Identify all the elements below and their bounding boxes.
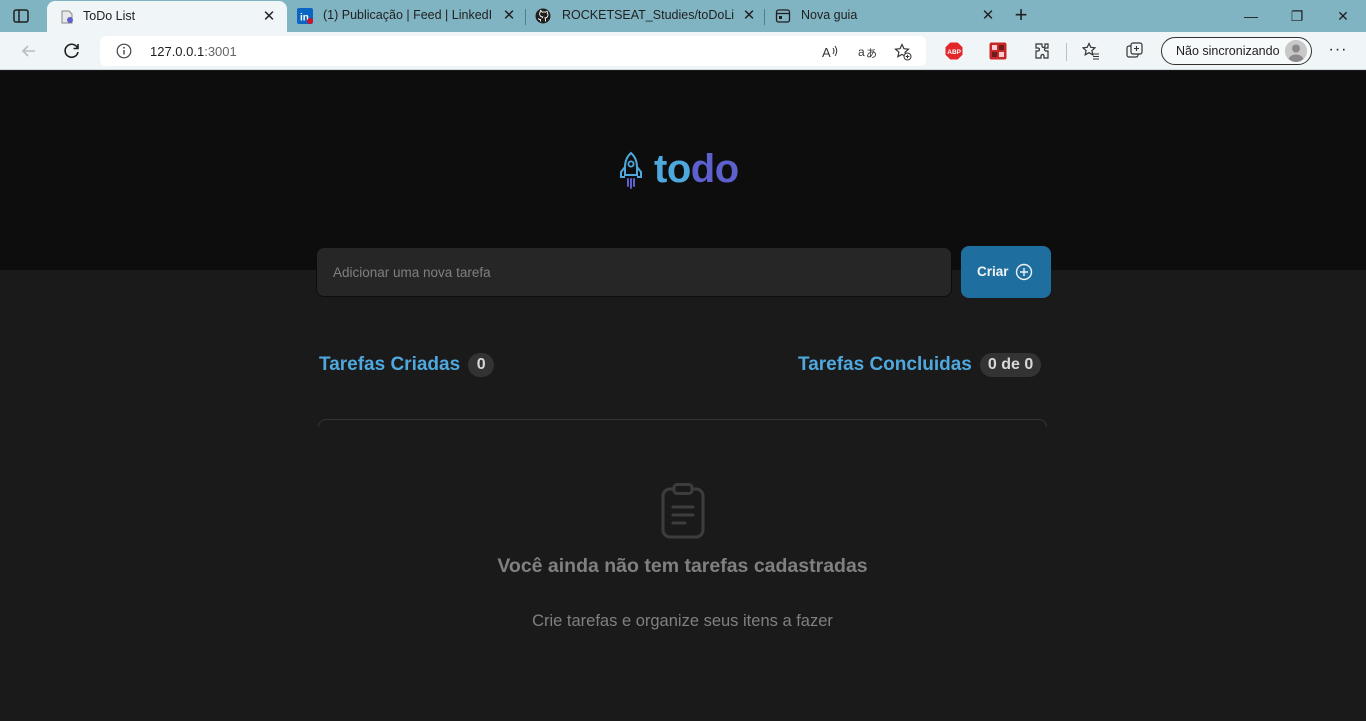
- create-task-button[interactable]: Criar: [961, 246, 1051, 298]
- new-tab-button[interactable]: +: [1011, 4, 1031, 26]
- close-window-button[interactable]: ✕: [1333, 6, 1353, 26]
- created-tasks-badge: 0: [468, 353, 495, 377]
- empty-state-title: Você ainda não tem tarefas cadastradas: [497, 555, 868, 577]
- create-button-label: Criar: [977, 264, 1009, 279]
- linkedin-icon: in: [297, 8, 313, 24]
- new-task-input[interactable]: [316, 247, 952, 297]
- task-list-border: [318, 419, 1047, 427]
- todo-page: todo Criar Tarefas Criadas 0 Tarefas Con…: [0, 71, 1366, 721]
- rocket-icon: [620, 151, 642, 189]
- logo-text: todo: [654, 147, 739, 192]
- translate-icon[interactable]: a あ: [858, 43, 876, 61]
- extension-icon[interactable]: [989, 42, 1007, 60]
- info-icon[interactable]: [116, 43, 132, 59]
- close-icon[interactable]: ✕: [980, 8, 996, 24]
- navigation-bar: 127.0.0.1:3001 A a あ ABP Não sincronizan…: [0, 32, 1366, 70]
- close-icon[interactable]: ✕: [261, 9, 277, 25]
- restore-button[interactable]: ❐: [1287, 6, 1307, 26]
- created-tasks-counter: Tarefas Criadas 0: [319, 353, 495, 377]
- tab-bar: ToDo List ✕ in (1) Publicação | Feed | L…: [0, 0, 1366, 32]
- completed-tasks-counter: Tarefas Concluidas 0 de 0: [798, 353, 1042, 377]
- url-text: 127.0.0.1:3001: [150, 44, 237, 59]
- empty-state-subtitle: Crie tarefas e organize seus itens a faz…: [532, 612, 833, 630]
- completed-tasks-label: Tarefas Concluidas: [798, 354, 972, 375]
- extensions-icon[interactable]: [1033, 42, 1051, 60]
- reload-icon[interactable]: [61, 40, 83, 62]
- tab-title: (1) Publicação | Feed | LinkedIn: [323, 8, 493, 22]
- sidebar-icon[interactable]: [12, 7, 30, 25]
- tab-todo-list[interactable]: ToDo List ✕: [47, 1, 287, 32]
- tab-linkedin[interactable]: in (1) Publicação | Feed | LinkedIn ✕: [289, 0, 525, 32]
- close-icon[interactable]: ✕: [501, 8, 517, 24]
- app-logo: todo: [616, 147, 756, 193]
- collections-icon[interactable]: [1126, 42, 1144, 60]
- read-aloud-icon[interactable]: A: [821, 43, 839, 61]
- todo-favicon-icon: [61, 10, 73, 24]
- url-port: :3001: [204, 44, 237, 59]
- adblock-icon[interactable]: ABP: [945, 42, 963, 60]
- svg-text:A: A: [822, 45, 831, 60]
- tab-separator: [525, 9, 526, 25]
- profile-sync-label: Não sincronizando: [1176, 44, 1280, 58]
- github-icon: [535, 8, 551, 24]
- back-icon[interactable]: [18, 40, 40, 62]
- avatar: [1285, 40, 1307, 62]
- new-tab-page-icon: [775, 9, 791, 23]
- url-host: 127.0.0.1: [150, 44, 205, 59]
- svg-text:あ: あ: [866, 47, 876, 60]
- created-tasks-label: Tarefas Criadas: [319, 354, 461, 375]
- empty-state: Você ainda não tem tarefas cadastradas C…: [318, 483, 1047, 631]
- address-bar[interactable]: 127.0.0.1:3001 A a あ: [100, 36, 926, 66]
- completed-tasks-badge: 0 de 0: [979, 353, 1042, 377]
- add-favorite-icon[interactable]: [894, 43, 912, 61]
- tab-title: ToDo List: [83, 9, 136, 23]
- more-icon[interactable]: ···: [1328, 41, 1348, 61]
- logo-text-part2: do: [690, 147, 739, 191]
- logo-text-part1: to: [654, 147, 691, 191]
- clipboard-icon: [661, 483, 704, 539]
- tab-github[interactable]: ROCKETSEAT_Studies/toDoList a ✕: [527, 0, 763, 32]
- favorites-icon[interactable]: [1082, 42, 1100, 60]
- close-icon[interactable]: ✕: [741, 8, 757, 24]
- tab-separator: [764, 9, 765, 25]
- tab-title: ROCKETSEAT_Studies/toDoList a: [562, 8, 734, 22]
- svg-text:ABP: ABP: [947, 49, 961, 56]
- profile-sync-button[interactable]: Não sincronizando: [1161, 37, 1312, 65]
- tab-new-tab[interactable]: Nova guia ✕: [766, 0, 1002, 32]
- tab-title: Nova guia: [801, 8, 858, 22]
- minimize-button[interactable]: —: [1241, 6, 1261, 26]
- app-header: todo: [0, 71, 1366, 270]
- plus-circle-icon: [1015, 263, 1033, 281]
- svg-text:a: a: [858, 45, 865, 59]
- toolbar-divider: [1066, 43, 1067, 61]
